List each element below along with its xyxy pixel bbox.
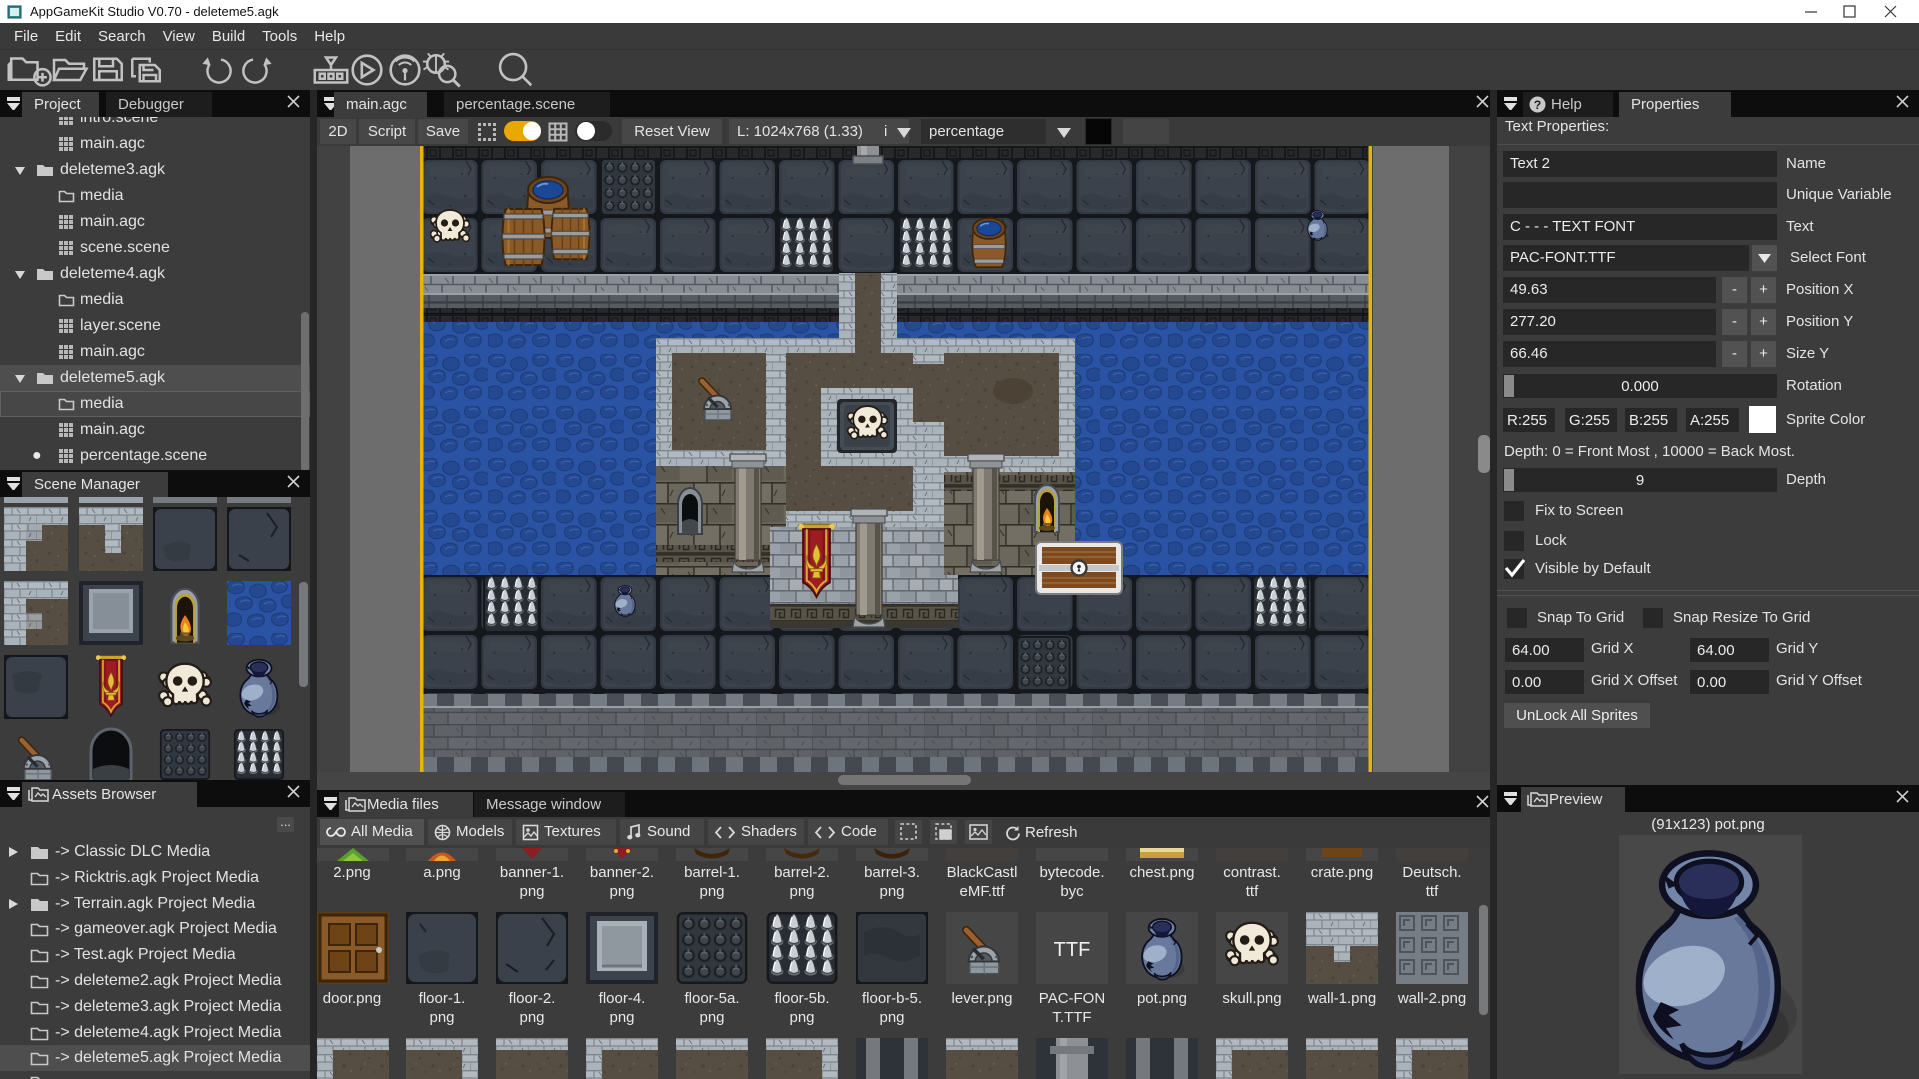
svg-text:?: ?: [1534, 98, 1541, 112]
svg-text:TTF: TTF: [1054, 939, 1091, 961]
